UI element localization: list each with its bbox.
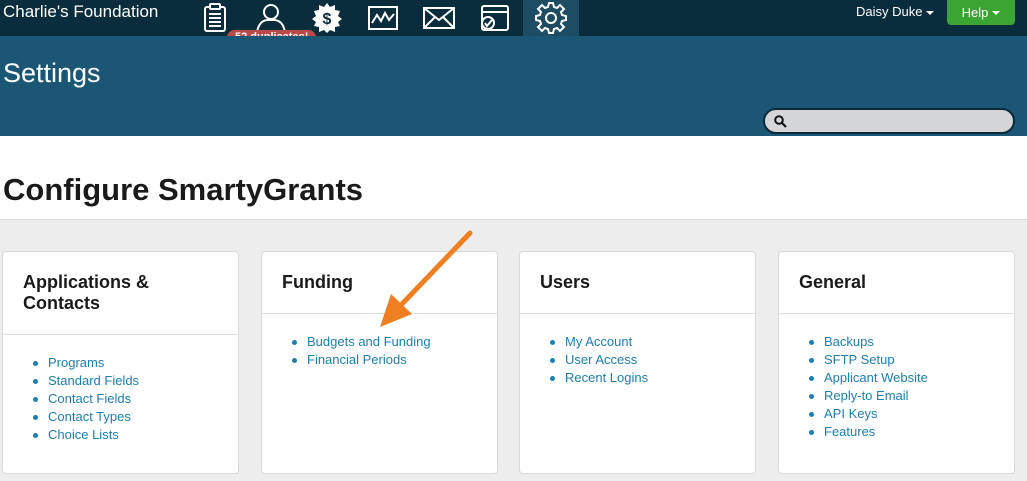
card-applications-contacts: Applications & Contacts Programs Standar… bbox=[2, 251, 239, 474]
card-link-list: Programs Standard Fields Contact Fields … bbox=[30, 354, 139, 444]
list-item[interactable]: Choice Lists bbox=[30, 426, 139, 444]
link-choice-lists[interactable]: Choice Lists bbox=[48, 427, 119, 442]
card-general: General Backups SFTP Setup Applicant Web… bbox=[778, 251, 1015, 474]
section-title: Configure SmartyGrants bbox=[3, 172, 364, 207]
list-item[interactable]: Features bbox=[806, 423, 928, 441]
tasks-icon[interactable] bbox=[470, 0, 520, 36]
brand-name[interactable]: Charlie's Foundation bbox=[3, 3, 158, 21]
link-my-account[interactable]: My Account bbox=[565, 334, 632, 349]
link-features[interactable]: Features bbox=[824, 424, 875, 439]
card-link-list: Budgets and Funding Financial Periods bbox=[289, 333, 431, 369]
settings-panel: Applications & Contacts Programs Standar… bbox=[0, 219, 1027, 481]
list-item[interactable]: Budgets and Funding bbox=[289, 333, 431, 351]
card-link-list: My Account User Access Recent Logins bbox=[547, 333, 648, 387]
link-contact-fields[interactable]: Contact Fields bbox=[48, 391, 131, 406]
card-title: General bbox=[799, 272, 867, 292]
help-button[interactable]: Help bbox=[947, 0, 1015, 25]
link-user-access[interactable]: User Access bbox=[565, 352, 637, 367]
link-recent-logins[interactable]: Recent Logins bbox=[565, 370, 648, 385]
link-reply-to-email[interactable]: Reply-to Email bbox=[824, 388, 909, 403]
chevron-down-icon bbox=[992, 10, 1001, 15]
list-item[interactable]: Recent Logins bbox=[547, 369, 648, 387]
list-item[interactable]: Contact Types bbox=[30, 408, 139, 426]
user-name: Daisy Duke bbox=[856, 4, 923, 19]
list-item[interactable]: Reply-to Email bbox=[806, 387, 928, 405]
list-item[interactable]: API Keys bbox=[806, 405, 928, 423]
chevron-down-icon bbox=[926, 10, 935, 15]
link-contact-types[interactable]: Contact Types bbox=[48, 409, 131, 424]
page-title: Settings bbox=[3, 58, 101, 88]
search-icon bbox=[774, 115, 787, 128]
list-item[interactable]: Applicant Website bbox=[806, 369, 928, 387]
mail-icon[interactable] bbox=[414, 0, 464, 36]
svg-text:$: $ bbox=[323, 11, 332, 28]
link-financial-periods[interactable]: Financial Periods bbox=[307, 352, 407, 367]
card-title: Funding bbox=[282, 272, 353, 292]
annotation-arrow-icon bbox=[380, 230, 473, 327]
card-title: Users bbox=[540, 272, 591, 292]
link-sftp-setup[interactable]: SFTP Setup bbox=[824, 352, 895, 367]
help-label: Help bbox=[961, 5, 989, 20]
list-item[interactable]: Backups bbox=[806, 333, 928, 351]
list-item[interactable]: Contact Fields bbox=[30, 390, 139, 408]
card-users: Users My Account User Access Recent Logi… bbox=[519, 251, 756, 474]
search-input[interactable] bbox=[793, 112, 1003, 130]
list-item[interactable]: My Account bbox=[547, 333, 648, 351]
link-applicant-website[interactable]: Applicant Website bbox=[824, 370, 928, 385]
list-item[interactable]: Financial Periods bbox=[289, 351, 431, 369]
settings-header: Settings bbox=[0, 36, 1027, 136]
user-menu[interactable]: Daisy Duke bbox=[856, 4, 935, 20]
card-title: Applications & Contacts bbox=[23, 272, 150, 313]
list-item[interactable]: SFTP Setup bbox=[806, 351, 928, 369]
reports-icon[interactable] bbox=[358, 0, 408, 36]
link-budgets-and-funding[interactable]: Budgets and Funding bbox=[307, 334, 431, 349]
card-link-list: Backups SFTP Setup Applicant Website Rep… bbox=[806, 333, 928, 441]
link-api-keys[interactable]: API Keys bbox=[824, 406, 877, 421]
search-box[interactable] bbox=[763, 108, 1015, 134]
settings-icon[interactable] bbox=[523, 0, 579, 36]
link-backups[interactable]: Backups bbox=[824, 334, 874, 349]
link-programs[interactable]: Programs bbox=[48, 355, 104, 370]
list-item[interactable]: Standard Fields bbox=[30, 372, 139, 390]
top-navbar: Charlie's Foundation $ Daisy Duke Help bbox=[0, 0, 1027, 36]
list-item[interactable]: Programs bbox=[30, 354, 139, 372]
list-item[interactable]: User Access bbox=[547, 351, 648, 369]
link-standard-fields[interactable]: Standard Fields bbox=[48, 373, 139, 388]
